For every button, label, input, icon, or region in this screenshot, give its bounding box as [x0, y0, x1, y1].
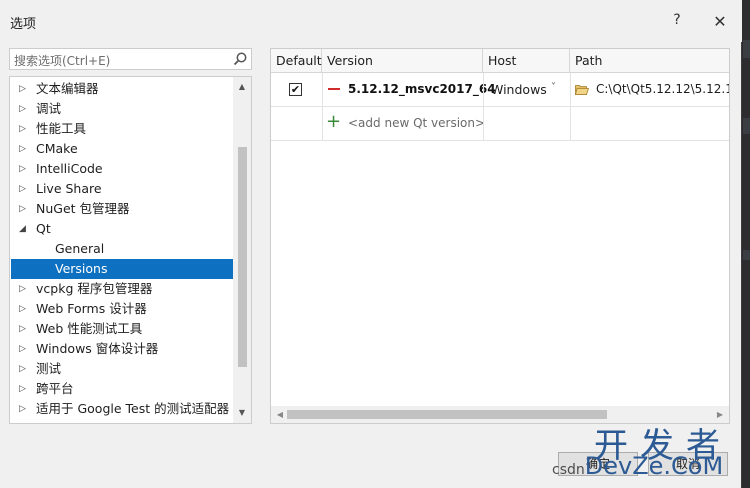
grid-horizontal-scrollbar[interactable]: ◀ ▶	[271, 406, 729, 423]
search-placeholder: 搜索选项(Ctrl+E)	[14, 54, 111, 68]
tree-vertical-scrollbar[interactable]: ▲ ▼	[233, 77, 251, 423]
strip-mark	[743, 250, 750, 260]
scrollbar-thumb[interactable]	[287, 410, 607, 419]
tree-item-label: vcpkg 程序包管理器	[36, 281, 153, 296]
tree-item-web-perf-test[interactable]: ▷ Web 性能测试工具	[11, 319, 233, 339]
column-divider	[322, 73, 323, 141]
scroll-left-icon[interactable]: ◀	[273, 406, 287, 423]
tree-item-qt-versions[interactable]: Versions	[11, 259, 233, 279]
strip-mark	[743, 118, 750, 134]
title-bar: 选项 ? ✕	[0, 0, 742, 42]
add-icon[interactable]: +	[326, 112, 341, 132]
grid-header: Default Version Host Path	[271, 49, 729, 73]
tree-item-text-editor[interactable]: ▷ 文本编辑器	[11, 79, 233, 99]
tree-item-label: CMake	[36, 141, 78, 156]
expand-arrow-icon[interactable]: ▷	[19, 119, 29, 139]
add-new-qt-version-link[interactable]: <add new Qt version>	[348, 116, 485, 130]
tree-item-google-test[interactable]: ▷ 适用于 Google Test 的测试适配器	[11, 399, 233, 419]
tree-item-live-share[interactable]: ▷ Live Share	[11, 179, 233, 199]
expand-arrow-icon[interactable]: ▷	[19, 279, 29, 299]
expand-arrow-icon[interactable]: ▷	[19, 179, 29, 199]
close-button[interactable]: ✕	[708, 10, 732, 34]
expand-arrow-icon[interactable]: ▷	[19, 339, 29, 359]
qt-version-row[interactable]: ✔ 5.12.12_msvc2017_64 Windows ˅ C:\Qt\Qt…	[271, 73, 729, 107]
tree-item-label: Windows 窗体设计器	[36, 341, 159, 356]
tree-item-debugging[interactable]: ▷ 调试	[11, 99, 233, 119]
default-checkbox[interactable]: ✔	[289, 83, 302, 96]
chevron-down-icon[interactable]: ˅	[551, 82, 556, 93]
version-name[interactable]: 5.12.12_msvc2017_64	[348, 82, 496, 96]
tree-item-label: 调试	[36, 101, 62, 116]
expand-arrow-icon[interactable]: ▷	[19, 299, 29, 319]
column-divider	[570, 73, 571, 141]
tree-item-cmake[interactable]: ▷ CMake	[11, 139, 233, 159]
tree-item-qt[interactable]: ◢ Qt	[11, 219, 233, 239]
tree-item-cross-platform[interactable]: ▷ 跨平台	[11, 379, 233, 399]
folder-open-icon[interactable]	[575, 83, 589, 95]
tree-item-label: 适用于 Google Test 的测试适配器	[36, 401, 230, 416]
remove-version-icon[interactable]	[328, 88, 340, 90]
tree-item-label: IntelliCode	[36, 161, 103, 176]
tree-item-label: Web 性能测试工具	[36, 321, 143, 336]
expand-arrow-icon[interactable]: ▷	[19, 139, 29, 159]
tree-item-label: NuGet 包管理器	[36, 201, 130, 216]
column-divider	[483, 73, 484, 141]
expand-arrow-icon[interactable]: ▷	[19, 399, 29, 419]
tree-item-label: 性能工具	[36, 121, 87, 136]
help-button[interactable]: ?	[668, 12, 686, 28]
tree-item-web-forms[interactable]: ▷ Web Forms 设计器	[11, 299, 233, 319]
tree-item-label: Live Share	[36, 181, 102, 196]
tree-item-label: 测试	[36, 361, 62, 376]
tree-item-nuget[interactable]: ▷ NuGet 包管理器	[11, 199, 233, 219]
column-header-path[interactable]: Path	[570, 49, 729, 73]
tree-item-test[interactable]: ▷ 测试	[11, 359, 233, 379]
expand-arrow-icon[interactable]: ▷	[19, 199, 29, 219]
column-header-default[interactable]: Default	[271, 49, 322, 73]
host-select[interactable]: Windows	[491, 82, 547, 97]
cancel-button[interactable]: 取消	[648, 452, 728, 476]
strip-mark	[743, 40, 750, 58]
options-tree: ▷ 文本编辑器 ▷ 调试 ▷ 性能工具 ▷ CMake ▷ IntelliCode ▷ Li…	[9, 76, 252, 424]
options-dialog: 选项 ? ✕ 搜索选项(Ctrl+E) ▷ 文本编辑器 ▷ 调试 ▷ 性能工具 ▷ CM…	[0, 0, 742, 488]
tree-item-qt-general[interactable]: General	[11, 239, 233, 259]
column-header-host[interactable]: Host	[483, 49, 570, 73]
tree-item-label: Qt	[36, 221, 51, 236]
expand-arrow-icon[interactable]: ▷	[19, 159, 29, 179]
background-editor-strip	[742, 0, 750, 488]
expand-arrow-icon[interactable]: ▷	[19, 319, 29, 339]
scrollbar-thumb[interactable]	[238, 147, 247, 367]
ok-button[interactable]: 确定	[558, 452, 638, 476]
tree-item-label: 跨平台	[36, 381, 74, 396]
collapse-arrow-icon[interactable]: ◢	[19, 219, 29, 239]
tree-item-label: Versions	[55, 261, 108, 276]
dialog-title: 选项	[10, 17, 37, 32]
tree-item-windows-forms[interactable]: ▷ Windows 窗体设计器	[11, 339, 233, 359]
scroll-down-icon[interactable]: ▼	[233, 405, 251, 421]
tree-item-label: General	[55, 241, 105, 256]
column-header-version[interactable]: Version	[322, 49, 483, 73]
search-options-input[interactable]: 搜索选项(Ctrl+E)	[9, 48, 252, 70]
add-version-row[interactable]: + <add new Qt version>	[271, 107, 729, 141]
tree-item-intellicode[interactable]: ▷ IntelliCode	[11, 159, 233, 179]
expand-arrow-icon[interactable]: ▷	[19, 79, 29, 99]
qt-versions-grid: Default Version Host Path ✔ 5.12.12_msvc…	[270, 48, 730, 424]
tree-item-vcpkg[interactable]: ▷ vcpkg 程序包管理器	[11, 279, 233, 299]
tree-item-performance-tools[interactable]: ▷ 性能工具	[11, 119, 233, 139]
tree-item-label: 文本编辑器	[36, 81, 99, 96]
tree-item-label: Web Forms 设计器	[36, 301, 147, 316]
version-path[interactable]: C:\Qt\Qt5.12.12\5.12.12	[596, 82, 729, 96]
scroll-right-icon[interactable]: ▶	[713, 406, 727, 423]
search-icon[interactable]	[232, 51, 248, 67]
scroll-up-icon[interactable]: ▲	[233, 79, 251, 95]
expand-arrow-icon[interactable]: ▷	[19, 359, 29, 379]
expand-arrow-icon[interactable]: ▷	[19, 379, 29, 399]
expand-arrow-icon[interactable]: ▷	[19, 99, 29, 119]
